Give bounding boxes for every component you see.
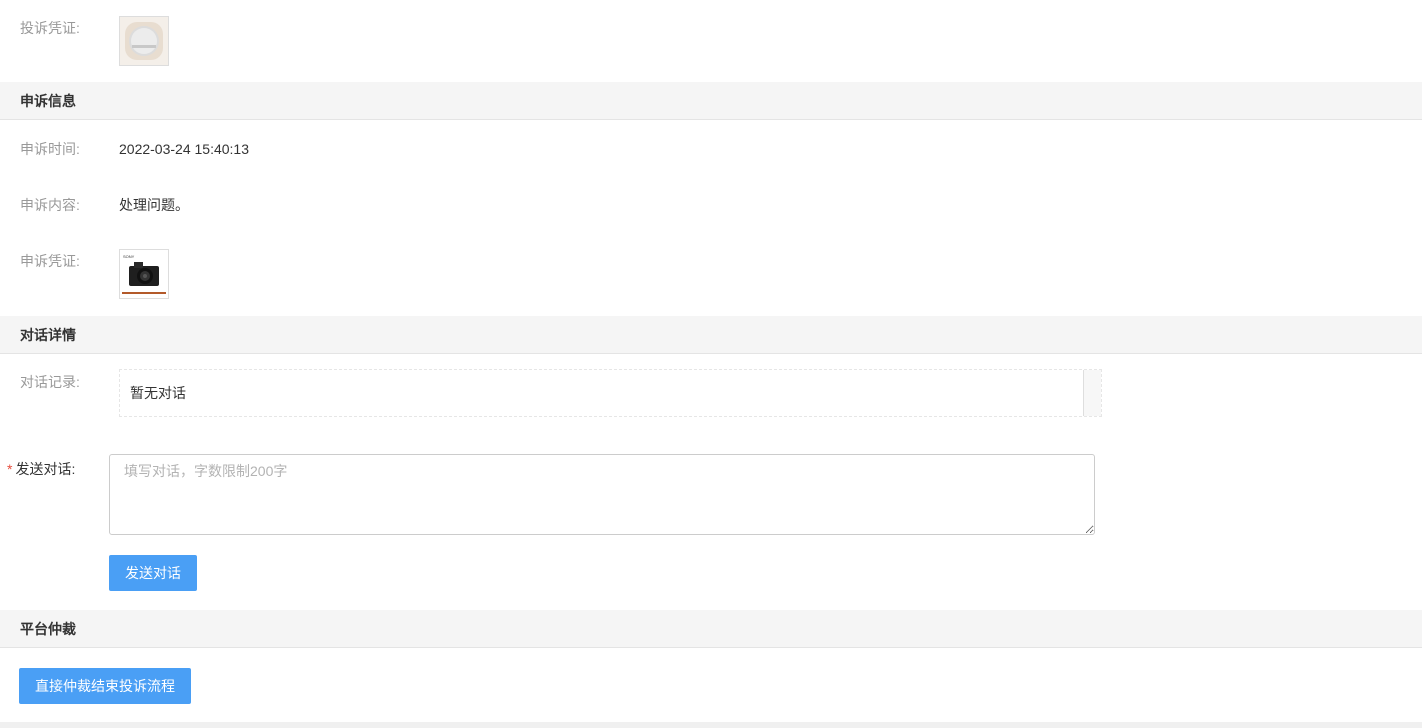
dialog-message-input[interactable]: [109, 454, 1095, 535]
appeal-section-header: 申诉信息: [0, 82, 1422, 120]
required-marker: *: [7, 461, 13, 477]
dialog-empty-text: 暂无对话: [130, 385, 186, 401]
appeal-time-value: 2022-03-24 15:40:13: [119, 141, 249, 157]
appeal-content-value: 处理问题。: [119, 197, 189, 213]
send-dialog-label-text: 发送对话:: [15, 461, 76, 477]
dialog-section-title: 对话详情: [20, 327, 76, 343]
arbitration-section-title: 平台仲裁: [20, 621, 76, 637]
send-dialog-label: * 发送对话:: [7, 459, 75, 479]
complaint-evidence-image[interactable]: [119, 16, 169, 66]
direct-arbitration-button[interactable]: 直接仲裁结束投诉流程: [19, 668, 191, 704]
dialog-record-box[interactable]: 暂无对话: [119, 369, 1102, 417]
appeal-evidence-label: 申诉凭证:: [20, 253, 80, 269]
complaint-detail-page: 投诉凭证: 申诉信息 申诉时间: 2022-03-24 15:40:13 申诉内…: [0, 0, 1422, 728]
appeal-evidence-image[interactable]: SONY: [119, 249, 169, 299]
dialog-section-header: 对话详情: [0, 316, 1422, 354]
appeal-content-label: 申诉内容:: [20, 197, 80, 213]
speaker-thumbnail-icon: [120, 17, 168, 65]
appeal-time-label: 申诉时间:: [20, 141, 80, 157]
dialog-record-scrollbar[interactable]: [1083, 370, 1101, 416]
arbitration-section-header: 平台仲裁: [0, 610, 1422, 648]
complaint-evidence-label: 投诉凭证:: [20, 20, 80, 36]
dialog-record-label: 对话记录:: [20, 374, 80, 390]
camera-brand-text: SONY: [123, 254, 135, 259]
appeal-section-title: 申诉信息: [20, 93, 76, 109]
bottom-divider: [0, 722, 1422, 728]
camera-thumbnail-icon: SONY: [120, 250, 168, 298]
send-dialog-button[interactable]: 发送对话: [109, 555, 197, 591]
